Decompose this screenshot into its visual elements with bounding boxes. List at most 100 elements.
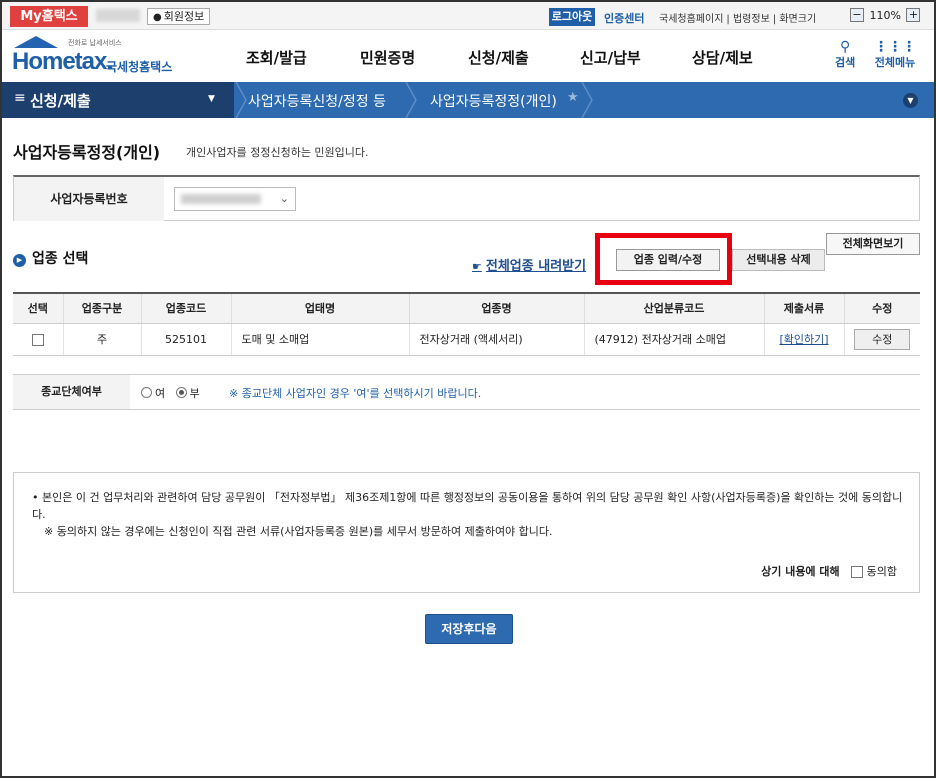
zoom-value: 110% xyxy=(869,8,901,22)
law-info-link[interactable]: 법령정보 xyxy=(733,14,770,25)
cell-class-code: (47912) 전자상거래 소매업 xyxy=(584,323,765,356)
radio-no-label: 부 xyxy=(189,387,200,400)
search-label: 검색 xyxy=(835,56,856,69)
religious-org-note: ※ 종교단체 사업자인 경우 '여'를 선택하시기 바랍니다. xyxy=(229,387,482,400)
my-hometax-tab[interactable]: My홈택스 xyxy=(10,6,88,27)
col-select: 선택 xyxy=(13,292,64,324)
breadcrumb-separator-icon xyxy=(405,82,417,118)
member-info-button[interactable]: ● 회원정보 xyxy=(147,8,211,25)
col-business: 업태명 xyxy=(231,292,410,324)
all-menu-label: 전체메뉴 xyxy=(874,56,916,69)
breadcrumb-item-registration[interactable]: 사업자등록신청/정정 등 xyxy=(248,91,386,111)
chevron-down-icon: ⌄ xyxy=(279,192,289,205)
row-checkbox[interactable] xyxy=(31,333,44,346)
zoom-in-button[interactable]: + xyxy=(906,8,921,22)
religious-org-label: 종교단체여부 xyxy=(13,375,130,409)
save-next-button[interactable]: 저장후다음 xyxy=(425,614,513,644)
cell-type: 주 xyxy=(63,323,142,356)
col-type: 업종구분 xyxy=(63,292,142,324)
registration-number-select[interactable]: ⌄ xyxy=(174,187,296,211)
breadcrumb-item-current: 사업자등록정정(개인) xyxy=(430,94,557,110)
search-icon: ⚲ xyxy=(839,39,851,55)
auth-center-link[interactable]: 인증센터 xyxy=(604,10,644,26)
cell-code: 525101 xyxy=(141,323,232,356)
username-blurred xyxy=(96,9,140,22)
radio-no[interactable] xyxy=(175,387,187,398)
site-header: 전화로 납세서비스 Hometax. 국세청홈택스 조회/발급 민원증명 신청/… xyxy=(2,30,934,82)
consent-checkbox-label: 동의함 xyxy=(866,565,897,578)
menu-consult[interactable]: 상담/제보 xyxy=(692,47,753,68)
row-edit-button[interactable]: 수정 xyxy=(854,328,911,350)
screen-size-label: 화면크기 xyxy=(779,14,817,25)
utility-bar: My홈택스 ● 회원정보 로그아웃 인증센터 국세청홈페이지 | 법령정보 | 화면크… xyxy=(2,2,934,30)
all-menu-button[interactable]: ⋮⋮⋮ 전체메뉴 xyxy=(874,40,916,70)
breadcrumb-bar: ≡ 신청/제출 ▼ 사업자등록신청/정정 등 사업자등록정정(개인) ★ ▼ xyxy=(2,82,934,118)
logo-korean: 국세청홈택스 xyxy=(106,60,173,74)
cell-select xyxy=(13,323,64,356)
consent-box: • 본인은 이 건 업무처리와 관련하여 담당 공무원이 「전자정부법」 제36… xyxy=(13,472,920,593)
breadcrumb-separator-icon xyxy=(235,82,247,118)
browser-frame: My홈택스 ● 회원정보 로그아웃 인증센터 국세청홈페이지 | 법령정보 | 화면크… xyxy=(0,0,936,778)
grid-icon: ⋮⋮⋮ xyxy=(874,39,916,55)
red-highlight-box xyxy=(595,233,732,285)
category-dropdown[interactable]: ≡ 신청/제출 ▼ xyxy=(2,82,234,118)
radio-yes[interactable] xyxy=(141,387,152,398)
col-class-code: 산업분류코드 xyxy=(584,292,765,324)
col-edit: 수정 xyxy=(844,292,920,324)
menu-certificates[interactable]: 민원증명 xyxy=(360,47,415,68)
industry-table: 선택 업종구분 업종코드 업태명 업종명 산업분류코드 제출서류 수정 주 52… xyxy=(13,292,920,356)
favorite-star-icon[interactable]: ★ xyxy=(567,90,579,105)
hometax-logo[interactable]: 전화로 납세서비스 Hometax. 국세청홈택스 xyxy=(12,36,184,76)
registration-number-blurred xyxy=(181,194,261,204)
section-bullet-icon: ▶ xyxy=(13,254,26,267)
cell-docs: [확인하기] xyxy=(764,323,845,356)
col-industry: 업종명 xyxy=(409,292,585,324)
consent-checkbox[interactable] xyxy=(851,566,864,578)
user-icon: ● xyxy=(153,12,162,23)
zoom-out-button[interactable]: − xyxy=(850,8,864,22)
download-all-label: 전체업종 내려받기 xyxy=(485,259,587,274)
col-code: 업종코드 xyxy=(141,292,232,324)
logo-wordmark: Hometax. xyxy=(12,48,113,75)
menu-report-pay[interactable]: 신고/납부 xyxy=(580,47,641,68)
religious-org-options: 여 부 xyxy=(141,385,200,401)
table-header-row: 선택 업종구분 업종코드 업태명 업종명 산업분류코드 제출서류 수정 xyxy=(13,292,920,324)
religious-org-row: 종교단체여부 여 부 ※ 종교단체 사업자인 경우 '여'를 선택하시기 바랍니… xyxy=(13,374,920,410)
member-info-label: 회원정보 xyxy=(163,10,205,23)
consent-agree-row: 상기 내용에 대해 동의함 xyxy=(761,563,897,579)
search-button[interactable]: ⚲ 검색 xyxy=(835,40,855,70)
hamburger-icon: ≡ xyxy=(14,90,26,106)
section-title: ▶ 업종 선택 xyxy=(13,248,88,268)
download-all-link[interactable]: ☛ 전체업종 내려받기 xyxy=(472,255,586,274)
breadcrumb-separator-icon xyxy=(581,82,593,118)
zoom-control: − 110% + xyxy=(850,8,921,22)
col-docs: 제출서류 xyxy=(764,292,845,324)
cell-industry: 전자상거래 (액세서리) xyxy=(409,323,585,356)
page-description: 개인사업자를 정정신청하는 민원입니다. xyxy=(186,146,369,159)
menu-inquiry[interactable]: 조회/발급 xyxy=(246,47,307,68)
confirm-docs-link[interactable]: [확인하기] xyxy=(779,333,828,346)
page-title: 사업자등록정정(개인) xyxy=(13,143,161,162)
nts-homepage-link[interactable]: 국세청홈페이지 xyxy=(659,14,723,25)
consent-text: • 본인은 이 건 업무처리와 관련하여 담당 공무원이 「전자정부법」 제36… xyxy=(32,491,903,521)
section-title-text: 업종 선택 xyxy=(32,251,89,267)
menu-apply-submit[interactable]: 신청/제출 xyxy=(468,47,529,68)
consent-note: ※ 동의하지 않는 경우에는 신청인이 직접 관련 서류(사업자등록증 원본)를… xyxy=(44,525,553,538)
registration-number-label: 사업자등록번호 xyxy=(14,177,164,221)
dropdown-arrow-icon: ▼ xyxy=(208,94,215,104)
top-links: 국세청홈페이지 | 법령정보 | 화면크기 xyxy=(659,14,817,25)
consent-agree-label: 상기 내용에 대해 xyxy=(761,565,840,578)
radio-yes-label: 여 xyxy=(155,387,166,400)
download-icon: ☛ xyxy=(472,260,482,273)
delete-selected-button[interactable]: 선택내용 삭제 xyxy=(732,249,825,271)
cell-edit: 수정 xyxy=(844,323,920,356)
cell-business: 도매 및 소매업 xyxy=(231,323,410,356)
expand-circle-icon[interactable]: ▼ xyxy=(903,93,918,108)
logo-roof-icon xyxy=(14,36,58,48)
table-row: 주 525101 도매 및 소매업 전자상거래 (액세서리) (47912) 전… xyxy=(13,323,920,356)
category-label: 신청/제출 xyxy=(30,92,91,110)
logo-subtitle: 전화로 납세서비스 xyxy=(68,39,122,47)
full-screen-button[interactable]: 전체화면보기 xyxy=(826,233,920,255)
logout-button[interactable]: 로그아웃 xyxy=(549,8,595,26)
registration-number-row: 사업자등록번호 ⌄ xyxy=(13,175,920,221)
